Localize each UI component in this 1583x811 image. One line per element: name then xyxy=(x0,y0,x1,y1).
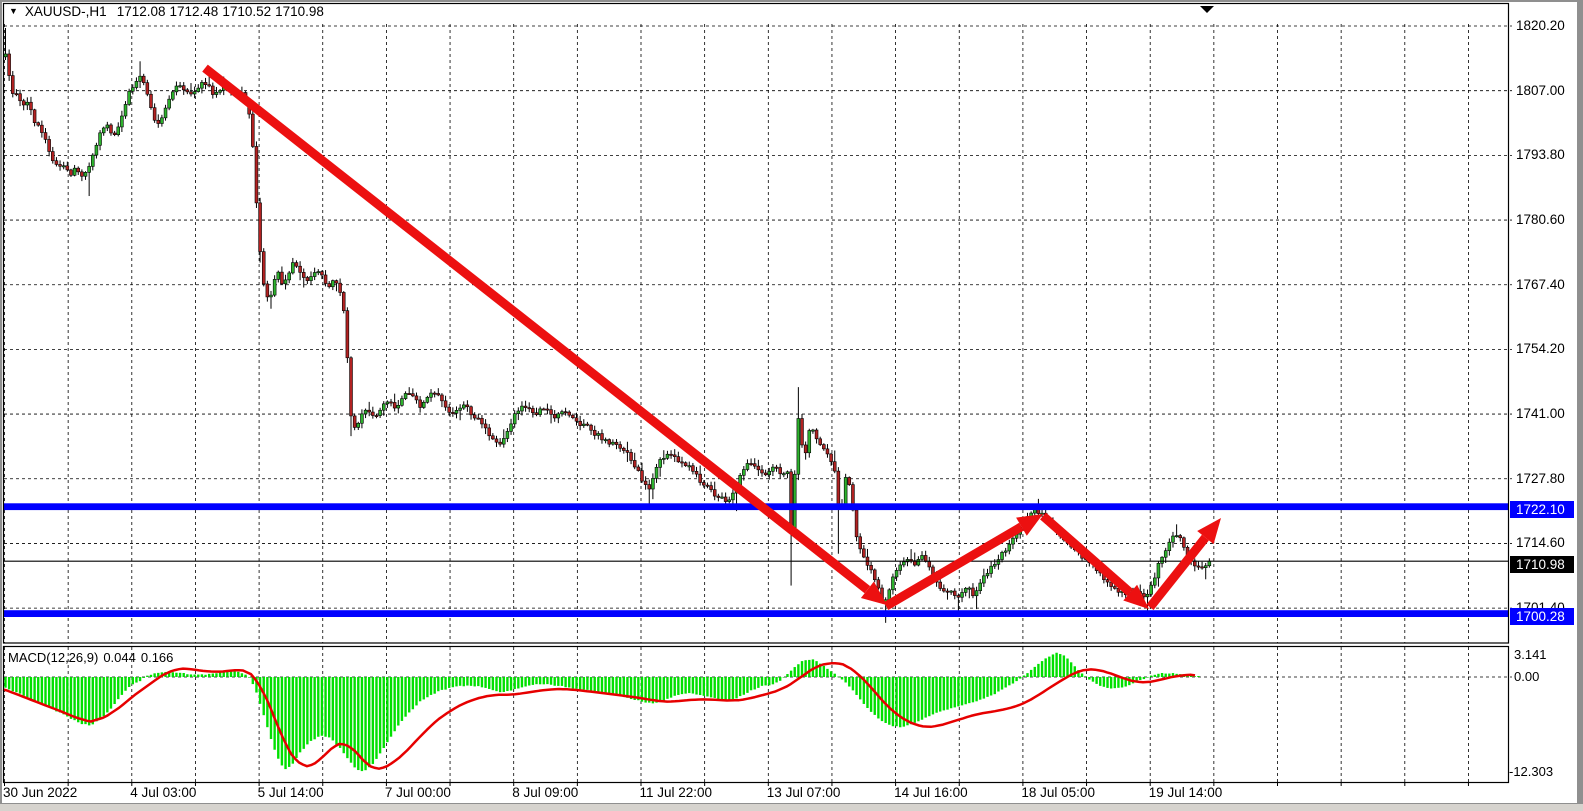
time-axis-label[interactable]: 8 Jul 09:00 xyxy=(512,785,578,800)
price-lines-layer[interactable] xyxy=(4,503,1508,617)
price-axis-label: 1820.20 xyxy=(1516,18,1565,34)
chart-canvas[interactable] xyxy=(0,0,1583,811)
time-axis-label[interactable]: 19 Jul 14:00 xyxy=(1149,785,1223,800)
current-price-price-tag[interactable]: 1710.98 xyxy=(1510,556,1574,573)
trading-chart-window: ▼XAUUSD-,H11712.081712.481710.521710.98 … xyxy=(0,0,1583,811)
ohlc-close: 1710.98 xyxy=(275,4,324,19)
price-axis-label: 1741.00 xyxy=(1516,406,1565,422)
chart-shift-marker-icon[interactable] xyxy=(1200,6,1214,13)
time-axis-label[interactable]: 5 Jul 14:00 xyxy=(258,785,324,800)
macd-axis-label: 3.141 xyxy=(1514,648,1547,662)
macd-value: 0.044 xyxy=(103,650,136,665)
time-axis-label[interactable]: 4 Jul 03:00 xyxy=(130,785,196,800)
price-axis-label: 1767.40 xyxy=(1516,277,1565,293)
time-axis-label[interactable]: 13 Jul 07:00 xyxy=(767,785,841,800)
price-axis-label: 1793.80 xyxy=(1516,147,1565,163)
time-axis-label[interactable]: 7 Jul 00:00 xyxy=(385,785,451,800)
ohlc-low: 1710.52 xyxy=(222,4,271,19)
price-axis-label: 1807.00 xyxy=(1516,83,1565,99)
window-frame-left xyxy=(0,0,2,811)
price-axis-label: 1714.60 xyxy=(1516,535,1565,551)
support-price-tag[interactable]: 1700.28 xyxy=(1510,608,1574,625)
window-frame-bottom xyxy=(0,803,1583,811)
symbol-dropdown-icon[interactable]: ▼ xyxy=(9,6,18,16)
time-axis-label[interactable]: 14 Jul 16:00 xyxy=(894,785,968,800)
chart-title-overlay: ▼ XAUUSD-,H1 1712.08 1712.481710.52 1710.98 xyxy=(9,4,328,19)
price-axis-label: 1727.80 xyxy=(1516,471,1565,487)
symbol-period-label: XAUUSD-,H1 xyxy=(25,4,107,19)
macd-name: MACD(12,26,9) xyxy=(8,650,98,665)
time-axis-label[interactable]: 18 Jul 05:00 xyxy=(1021,785,1095,800)
window-frame-top xyxy=(0,0,1583,2)
trend-arrow[interactable] xyxy=(1043,516,1130,593)
trend-arrows-layer[interactable] xyxy=(205,68,1221,609)
price-axis-label: 1754.20 xyxy=(1516,341,1565,357)
macd-indicator-label: MACD(12,26,9) 0.044 0.166 xyxy=(8,650,178,665)
candles-layer xyxy=(4,28,1211,623)
time-axis-label[interactable]: 30 Jun 2022 xyxy=(3,785,77,800)
resistance-price-tag[interactable]: 1722.10 xyxy=(1510,501,1574,518)
window-frame-right xyxy=(1577,0,1583,811)
support-line[interactable] xyxy=(4,610,1508,617)
price-axis-label: 1780.60 xyxy=(1516,212,1565,228)
time-axis-label[interactable]: 11 Jul 22:00 xyxy=(640,785,713,800)
ohlc-high: 1712.48 xyxy=(170,4,219,19)
macd-axis-label: -12.303 xyxy=(1509,765,1553,779)
macd-axis-label: 0.00 xyxy=(1514,670,1539,684)
macd-histogram-layer xyxy=(4,653,1199,771)
panel-borders xyxy=(4,4,1509,783)
ohlc-open: 1712.08 xyxy=(117,4,166,19)
macd-signal-value: 0.166 xyxy=(141,650,174,665)
